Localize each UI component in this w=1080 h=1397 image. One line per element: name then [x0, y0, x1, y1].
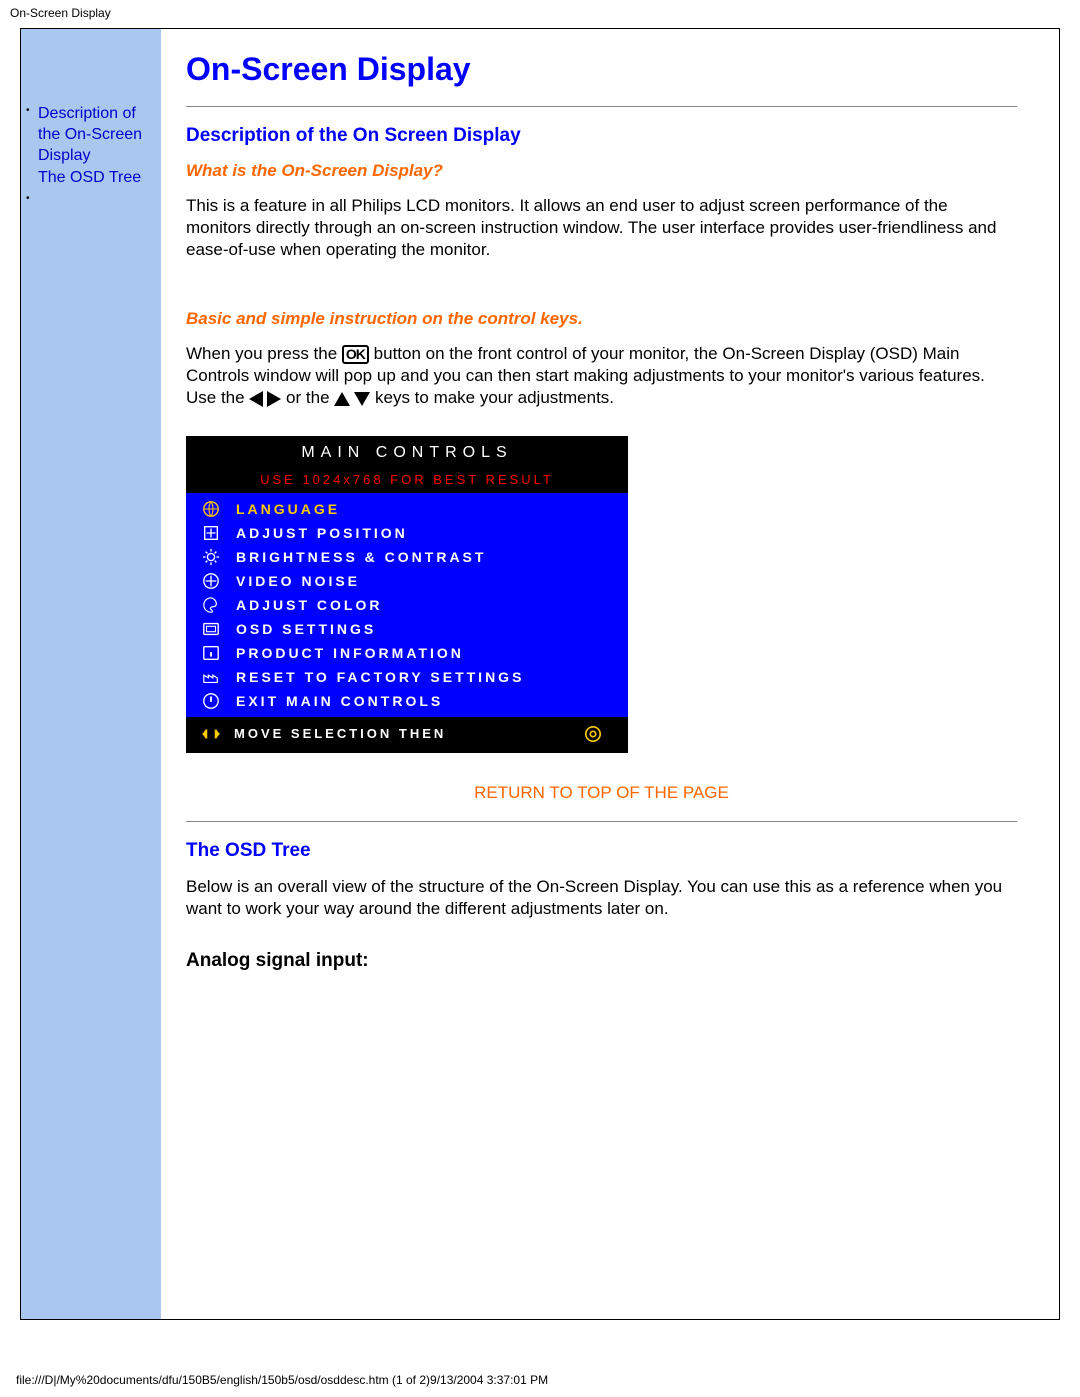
globe-icon	[200, 500, 222, 518]
osd-item-label: ADJUST POSITION	[236, 525, 408, 541]
osd-item-exit: EXIT MAIN CONTROLS	[186, 689, 628, 713]
paragraph-osd-tree: Below is an overall view of the structur…	[186, 876, 1017, 920]
osd-item-label: PRODUCT INFORMATION	[236, 645, 464, 661]
page-title: On-Screen Display	[186, 51, 1017, 88]
text-segment: or the	[286, 388, 334, 407]
osd-item-video-noise: VIDEO NOISE	[186, 569, 628, 593]
sidebar-item-description[interactable]: Description of the On-Screen Display	[26, 104, 156, 166]
osd-item-adjust-color: ADJUST COLOR	[186, 593, 628, 617]
arrow-down-icon	[354, 392, 370, 406]
cross-circle-icon	[200, 572, 222, 590]
divider	[186, 106, 1017, 107]
paragraph-description: This is a feature in all Philips LCD mon…	[186, 195, 1017, 261]
subheading-basic-instruction: Basic and simple instruction on the cont…	[186, 309, 1017, 329]
osd-footer: MOVE SELECTION THEN	[186, 717, 628, 753]
confirm-icon	[582, 725, 604, 743]
osd-footer-text: MOVE SELECTION THEN	[234, 726, 446, 741]
sidebar-link-osd-tree[interactable]: The OSD Tree	[38, 169, 141, 186]
osd-item-osd-settings: OSD SETTINGS	[186, 617, 628, 641]
osd-item-label: EXIT MAIN CONTROLS	[236, 693, 443, 709]
osd-menu-body: LANGUAGE ADJUST POSITION BRIGHTNESS & CO…	[186, 493, 628, 717]
right-gutter	[1047, 29, 1059, 1319]
osd-item-label: VIDEO NOISE	[236, 573, 360, 589]
osd-item-label: RESET TO FACTORY SETTINGS	[236, 669, 524, 685]
osd-item-product-information: PRODUCT INFORMATION	[186, 641, 628, 665]
arrow-right-icon	[267, 391, 281, 407]
divider	[186, 821, 1017, 822]
sidebar-item-osd-tree[interactable]: The OSD Tree	[26, 168, 156, 189]
palette-icon	[200, 596, 222, 614]
osd-hint: USE 1024x768 FOR BEST RESULT	[186, 468, 628, 493]
osd-screenshot: MAIN CONTROLS USE 1024x768 FOR BEST RESU…	[186, 436, 628, 753]
osd-item-brightness-contrast: BRIGHTNESS & CONTRAST	[186, 545, 628, 569]
paragraph-instruction: When you press the OK button on the fron…	[186, 343, 1017, 409]
sun-icon	[200, 548, 222, 566]
move-selection-icon	[200, 726, 222, 742]
sidebar-nav: Description of the On-Screen Display The…	[21, 29, 161, 1319]
osd-title: MAIN CONTROLS	[186, 436, 628, 468]
main-content: On-Screen Display Description of the On …	[161, 29, 1047, 1319]
osd-item-label: BRIGHTNESS & CONTRAST	[236, 549, 486, 565]
document-header: On-Screen Display	[0, 0, 1080, 23]
factory-icon	[200, 668, 222, 686]
position-icon	[200, 524, 222, 542]
return-to-top-link[interactable]: RETURN TO TOP OF THE PAGE	[474, 783, 729, 802]
osd-item-label: LANGUAGE	[236, 501, 340, 517]
footer-file-path: file:///D|/My%20documents/dfu/150B5/engl…	[16, 1373, 548, 1387]
osd-item-adjust-position: ADJUST POSITION	[186, 521, 628, 545]
exit-icon	[200, 692, 222, 710]
subheading-what-is-osd: What is the On-Screen Display?	[186, 161, 1017, 181]
text-segment: keys to make your adjustments.	[375, 388, 614, 407]
return-to-top[interactable]: RETURN TO TOP OF THE PAGE	[186, 783, 1017, 803]
osd-item-reset-factory: RESET TO FACTORY SETTINGS	[186, 665, 628, 689]
text-segment: When you press the	[186, 344, 342, 363]
ok-button-icon: OK	[342, 345, 369, 364]
info-icon	[200, 644, 222, 662]
section-heading-description: Description of the On Screen Display	[186, 125, 1017, 147]
screen-icon	[200, 620, 222, 638]
osd-item-label: ADJUST COLOR	[236, 597, 382, 613]
section-heading-osd-tree: The OSD Tree	[186, 840, 1017, 862]
osd-item-language: LANGUAGE	[186, 497, 628, 521]
arrow-up-icon	[334, 392, 350, 406]
sidebar-link-description[interactable]: Description of the On-Screen Display	[38, 105, 142, 164]
subheading-analog-signal: Analog signal input:	[186, 950, 1017, 972]
content-frame: Description of the On-Screen Display The…	[20, 28, 1060, 1320]
arrow-left-icon	[249, 391, 263, 407]
osd-item-label: OSD SETTINGS	[236, 621, 376, 637]
